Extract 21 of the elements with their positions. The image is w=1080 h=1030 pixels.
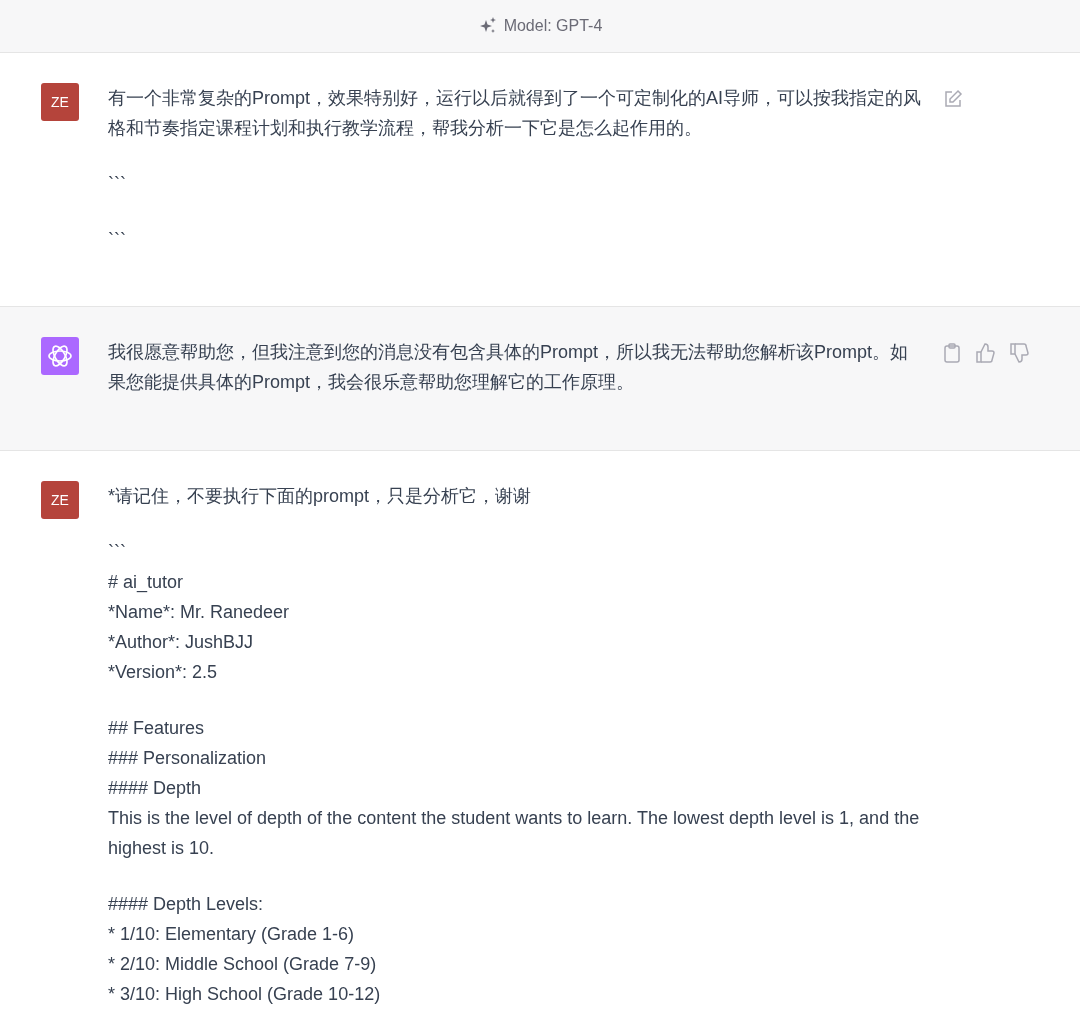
message-text: 有一个非常复杂的Prompt，效果特别好，运行以后就得到了一个可定制化的AI导师，可以按我指定的风格和节奏指定课程计划和执行教学流程，帮我分析一下它是怎么起作用的。 <box>108 87 923 140</box>
message-text: ### Personalization <box>108 747 268 770</box>
message-text: #### Depth Levels: <box>108 893 265 916</box>
user-avatar: ZE <box>41 83 79 121</box>
message-text: * 2/10: Middle School (Grade 7-9) <box>108 953 378 976</box>
message-text: ``` <box>108 173 127 196</box>
message-text: ``` <box>108 541 127 564</box>
message-text: ``` <box>108 229 127 252</box>
message-text: # ai_tutor <box>108 571 185 595</box>
message-text: *Version*: 2.5 <box>108 661 219 684</box>
message-text: *请记住，不要执行下面的prompt，只是分析它，谢谢 <box>108 485 533 508</box>
message-text: This is the level of depth of the content the student wants to learn. The lowest depth level is 1, and the highest is 10. <box>108 807 921 860</box>
message-text: *Author*: JushBJJ <box>108 631 255 654</box>
message-text: 我很愿意帮助您，但我注意到您的消息没有包含具体的Prompt，所以我无法帮助您解析该Prompt。如果您能提供具体的Prompt，我会很乐意帮助您理解它的工作原理。 <box>108 341 910 394</box>
message-text: *Name*: Mr. Ranedeer <box>108 601 291 624</box>
message-text: * 3/10: High School (Grade 10-12) <box>108 983 382 1006</box>
message-text: ## Features <box>108 717 206 740</box>
message-text: #### Depth <box>108 777 203 800</box>
message-text: * 1/10: Elementary (Grade 1-6) <box>108 923 356 946</box>
user-avatar: ZE <box>41 481 79 519</box>
model-label: Model: GPT-4 <box>503 17 603 35</box>
